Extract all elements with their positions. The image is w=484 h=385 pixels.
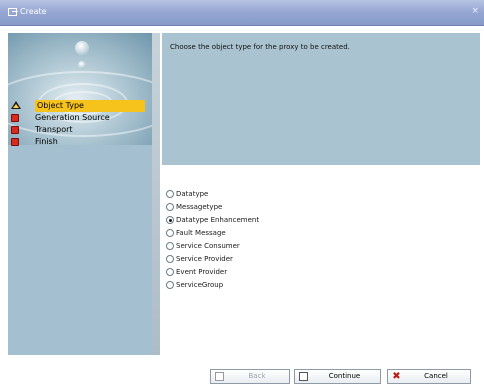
roadmap-panel: Object Type Generation Source Transport … xyxy=(8,33,158,355)
description-box: Choose the object type for the proxy to … xyxy=(162,33,480,165)
radio-button[interactable] xyxy=(166,281,174,289)
option-label: Service Provider xyxy=(176,255,233,263)
roadmap-steps: Object Type Generation Source Transport … xyxy=(8,100,158,148)
step-label: Generation Source xyxy=(35,113,110,122)
radio-button[interactable] xyxy=(166,242,174,250)
warning-triangle-icon xyxy=(11,101,21,109)
option-label: Messagetype xyxy=(176,203,223,211)
back-button[interactable]: Back xyxy=(210,369,290,384)
pending-square-icon xyxy=(11,126,19,134)
option-label: ServiceGroup xyxy=(176,281,224,289)
description-text: Choose the object type for the proxy to … xyxy=(170,43,350,51)
step-generation-source: Generation Source xyxy=(8,112,158,124)
step-finish: Finish xyxy=(8,136,158,148)
cancel-button-label: Cancel xyxy=(424,372,448,380)
step-label: Transport xyxy=(35,125,73,134)
radio-button[interactable] xyxy=(166,203,174,211)
option-label: Datatype xyxy=(176,190,209,198)
option-label: Datatype Enhancement xyxy=(176,216,260,224)
radio-button[interactable] xyxy=(166,229,174,237)
radio-button[interactable] xyxy=(166,190,174,198)
radio-button[interactable] xyxy=(166,255,174,263)
panel-divider xyxy=(152,33,160,355)
cancel-button[interactable]: ✖ Cancel xyxy=(387,369,471,384)
option-label: Event Provider xyxy=(176,268,228,276)
step-object-type: Object Type xyxy=(8,100,158,112)
close-icon[interactable]: × xyxy=(471,6,479,16)
pending-square-icon xyxy=(11,138,19,146)
option-label: Service Consumer xyxy=(176,242,240,250)
continue-button[interactable]: Continue xyxy=(294,369,381,384)
window-icon xyxy=(8,8,18,16)
title-bar: Create × xyxy=(0,0,484,26)
step-label: Finish xyxy=(35,137,58,146)
step-label: Object Type xyxy=(35,100,145,112)
option-label: Fault Message xyxy=(176,229,226,237)
pending-square-icon xyxy=(11,114,19,122)
continue-button-label: Continue xyxy=(328,372,361,380)
radio-button[interactable] xyxy=(166,268,174,276)
step-transport: Transport xyxy=(8,124,158,136)
radio-button-selected[interactable] xyxy=(166,216,174,224)
back-button-label: Back xyxy=(248,372,266,380)
window-title: Create xyxy=(20,7,47,16)
